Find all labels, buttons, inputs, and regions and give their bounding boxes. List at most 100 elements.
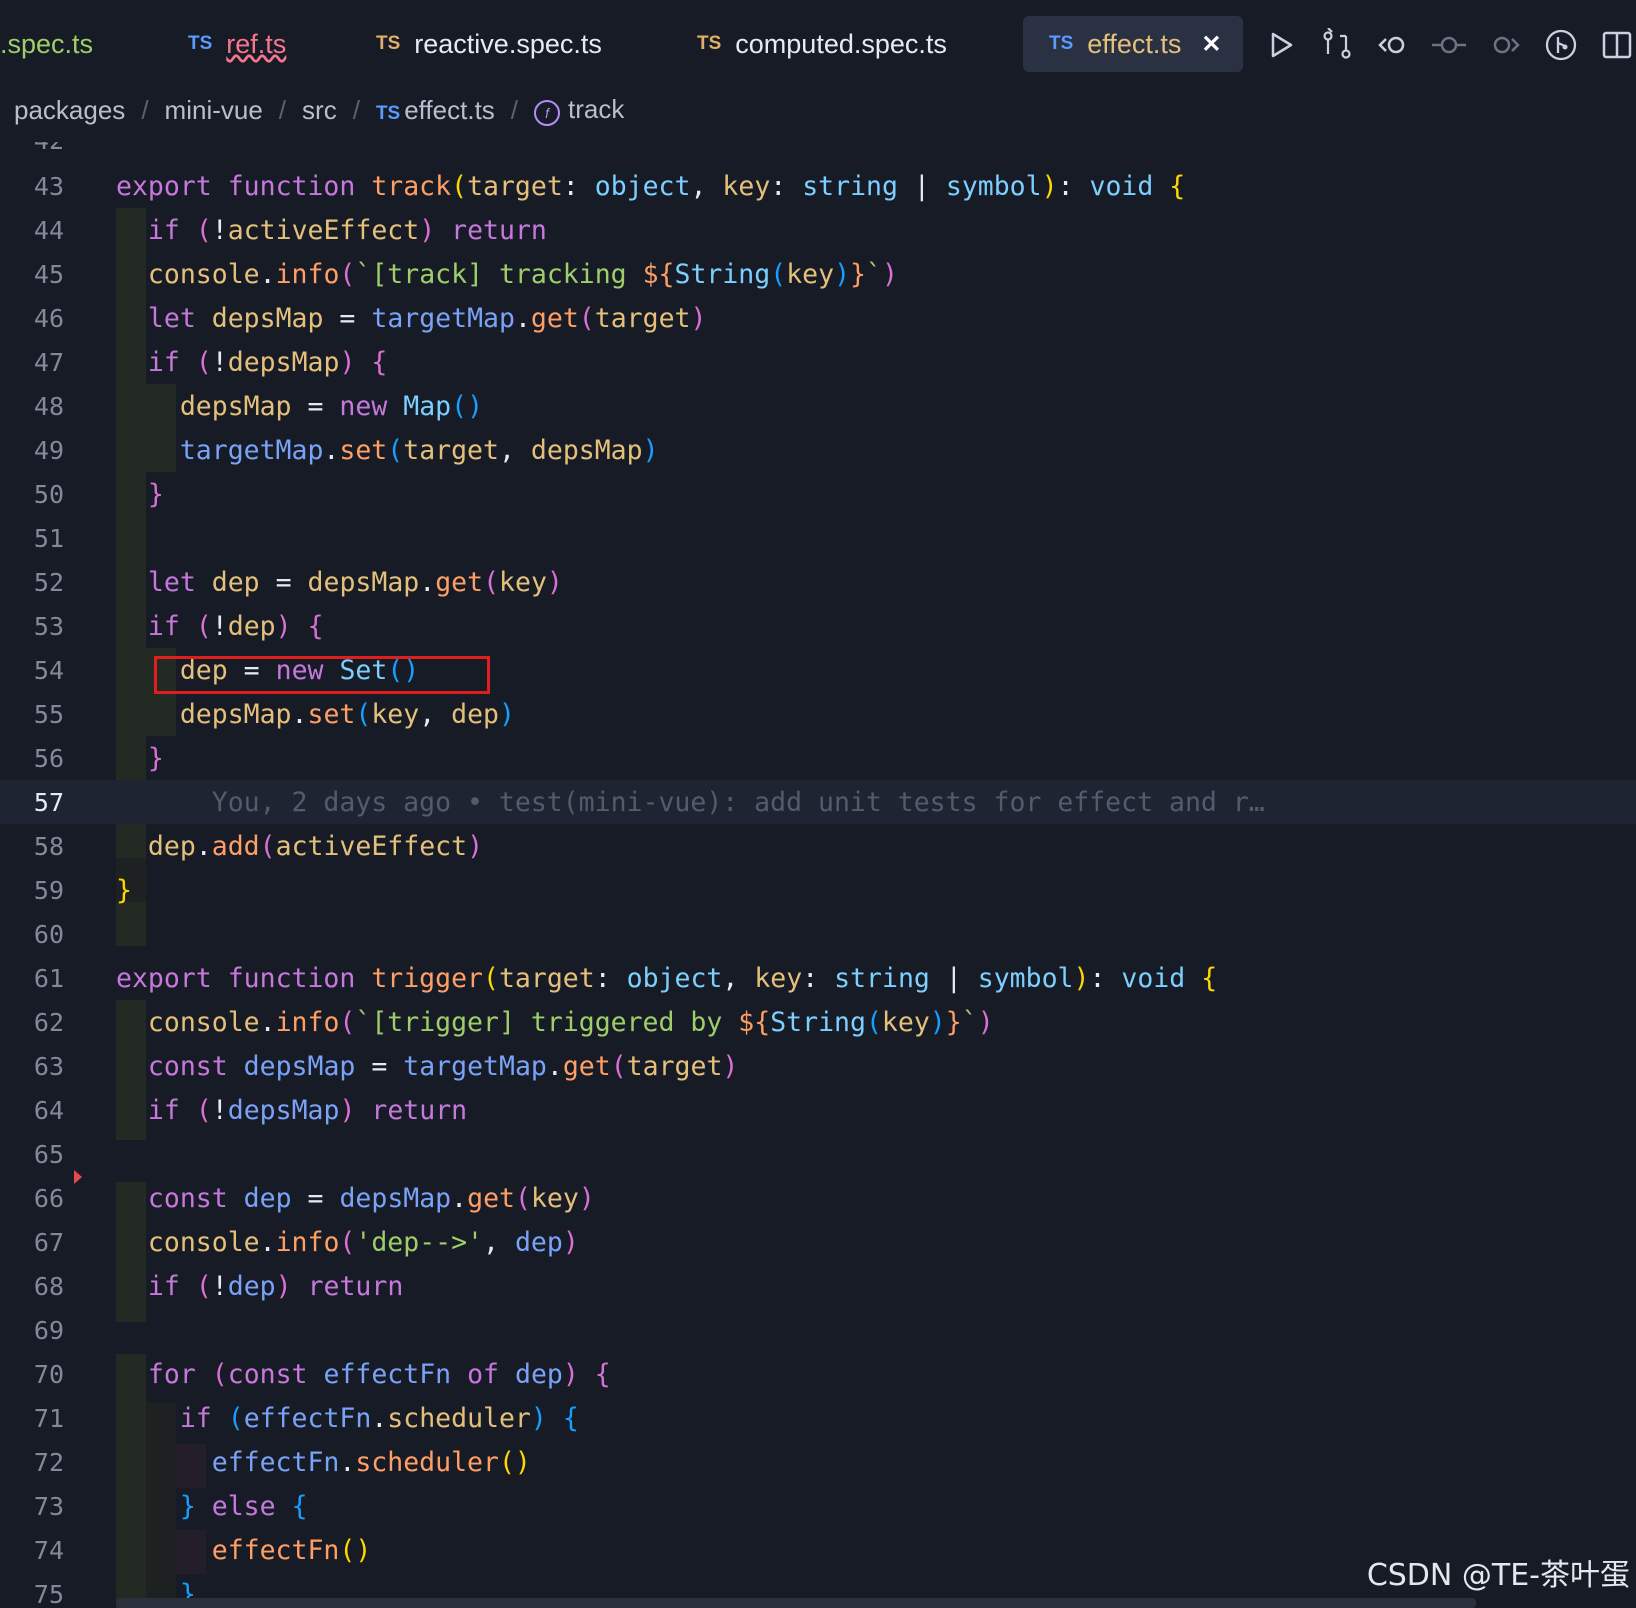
git-graph-icon[interactable] <box>1544 28 1578 62</box>
breadcrumb-separator: / <box>510 94 519 125</box>
tab-effect-ts[interactable]: TS effect.ts ✕ <box>1023 16 1244 72</box>
typescript-icon: TS <box>1049 33 1074 54</box>
line-number: 54 <box>33 655 64 685</box>
code-line: 68 if (!dep) return <box>0 1264 1636 1308</box>
function-symbol-icon: f <box>534 100 561 126</box>
code-line: 46 let depsMap = targetMap.get(target) <box>0 296 1636 340</box>
code-line: 55 depsMap.set(key, dep) <box>0 692 1636 736</box>
split-editor-icon[interactable] <box>1600 28 1634 62</box>
line-number: 51 <box>33 523 64 553</box>
code-line: 43 export function track(target: object, … <box>0 164 1636 208</box>
breadcrumb: packages / mini-vue / src / TS effect.ts … <box>14 88 624 132</box>
code-line: 61 export function trigger(target: object… <box>0 956 1636 1000</box>
line-number: 52 <box>33 567 64 597</box>
breadcrumb-separator: / <box>278 94 287 125</box>
line-number: 44 <box>33 215 64 245</box>
line-number: 60 <box>33 919 64 949</box>
gutter-change-marker[interactable] <box>74 1170 82 1184</box>
line-number: 72 <box>33 1447 64 1477</box>
line-number: 42 <box>0 142 64 155</box>
commit-icon[interactable] <box>1432 28 1466 62</box>
line-number: 75 <box>33 1579 64 1608</box>
line-number: 66 <box>33 1183 64 1213</box>
code-line: 69 <box>0 1308 1636 1352</box>
line-number: 48 <box>33 391 64 421</box>
line-number: 53 <box>33 611 64 641</box>
typescript-icon: TS <box>376 33 401 54</box>
code-line: 66 const dep = depsMap.get(key) <box>0 1176 1636 1220</box>
tab-ref-ts[interactable]: TS ref.ts <box>188 16 286 72</box>
go-back-icon[interactable] <box>1376 28 1410 62</box>
tab-computed-spec-ts[interactable]: TS computed.spec.ts <box>697 16 947 72</box>
line-number: 45 <box>33 259 64 289</box>
line-number: 59 <box>33 875 64 905</box>
line-number: 58 <box>33 831 64 861</box>
breadcrumb-item[interactable]: packages <box>14 95 125 126</box>
line-number: 69 <box>33 1315 64 1345</box>
breadcrumb-item[interactable]: mini-vue <box>165 95 263 126</box>
typescript-icon: TS <box>375 102 401 124</box>
code-line: 45 console.info(`[track] tracking ${Stri… <box>0 252 1636 296</box>
line-number: 57 <box>33 787 64 817</box>
git-blame-annotation[interactable]: You, 2 days ago • test(mini-vue): add un… <box>212 787 1265 818</box>
editor-actions <box>1264 22 1634 68</box>
breadcrumb-symbol[interactable]: f track <box>534 94 624 126</box>
line-number: 73 <box>33 1491 64 1521</box>
code-line: 51 <box>0 516 1636 560</box>
line-number: 61 <box>33 963 64 993</box>
tab-label: ref.ts <box>226 28 287 59</box>
code-line: 50 } <box>0 472 1636 516</box>
tab-label: reactive.spec.ts <box>414 28 602 59</box>
breadcrumb-separator: / <box>352 94 360 125</box>
code-line: 52 let dep = depsMap.get(key) <box>0 560 1636 604</box>
tab-spec-ts[interactable]: .spec.ts <box>0 16 93 72</box>
breadcrumb-separator: / <box>141 94 149 125</box>
breadcrumb-item[interactable]: src <box>302 95 337 126</box>
tab-reactive-spec-ts[interactable]: TS reactive.spec.ts <box>376 16 602 72</box>
code-line: 62 console.info(`[trigger] triggered by … <box>0 1000 1636 1044</box>
line-number: 47 <box>33 347 64 377</box>
code-line: 67 console.info('dep-->', dep) <box>0 1220 1636 1264</box>
breadcrumb-item: effect.ts <box>404 94 495 125</box>
code-line: 53 if (!dep) { <box>0 604 1636 648</box>
code-editor[interactable]: 42 43export function track(target: objec… <box>0 142 1636 1608</box>
code-line: 42 <box>0 142 1636 162</box>
compare-icon[interactable] <box>1320 28 1354 62</box>
code-line: 48 depsMap = new Map() <box>0 384 1636 428</box>
line-number: 55 <box>33 699 64 729</box>
line-number: 46 <box>33 303 64 333</box>
code-line: 64 if (!depsMap) return <box>0 1088 1636 1132</box>
code-line: 59} <box>0 868 1636 912</box>
line-number: 74 <box>33 1535 64 1565</box>
line-number: 49 <box>33 435 64 465</box>
run-icon[interactable] <box>1264 28 1298 62</box>
tab-bar: .spec.ts TS ref.ts TS reactive.spec.ts T… <box>0 0 1636 88</box>
code-line: 47 if (!depsMap) { <box>0 340 1636 384</box>
code-line: 56 } <box>0 736 1636 780</box>
line-number: 50 <box>33 479 64 509</box>
code-line: 65 <box>0 1132 1636 1176</box>
code-line: 73 } else { <box>0 1484 1636 1528</box>
watermark: CSDN @TE-茶叶蛋 <box>1366 1558 1630 1593</box>
code-line: 71 if (effectFn.scheduler) { <box>0 1396 1636 1440</box>
code-line: 49 targetMap.set(target, depsMap) <box>0 428 1636 472</box>
line-number: 67 <box>33 1227 64 1257</box>
line-number: 63 <box>33 1051 64 1081</box>
breadcrumb-file[interactable]: TS effect.ts <box>376 95 495 126</box>
go-forward-icon[interactable] <box>1488 28 1522 62</box>
code-line: 70 for (const effectFn of dep) { <box>0 1352 1636 1396</box>
line-number: 56 <box>33 743 64 773</box>
close-icon[interactable]: ✕ <box>1201 30 1221 59</box>
line-number: 65 <box>33 1139 64 1169</box>
highlight-box <box>154 656 490 694</box>
horizontal-scrollbar[interactable] <box>116 1598 1476 1608</box>
line-number: 64 <box>33 1095 64 1125</box>
code-line: 60 <box>0 912 1636 956</box>
line-number: 68 <box>33 1271 64 1301</box>
typescript-icon: TS <box>697 33 722 54</box>
current-line: 57 You, 2 days ago • test(mini-vue): add… <box>0 780 1636 824</box>
code-line: 44 if (!activeEffect) return <box>0 208 1636 252</box>
tab-label: effect.ts <box>1087 28 1182 59</box>
line-number: 43 <box>33 171 64 201</box>
line-number: 71 <box>33 1403 64 1433</box>
